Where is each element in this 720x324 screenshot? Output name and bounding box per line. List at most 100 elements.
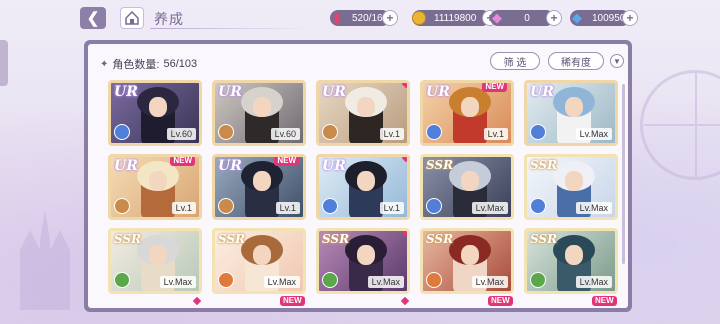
character-count: ✦ 角色数量: 56/103 [100,56,197,72]
sort-order-button[interactable]: ▼ [610,54,624,68]
new-badge: NEW [592,296,617,306]
attribute-icon [218,198,234,214]
rarity-badge: UR [322,84,346,100]
rarity-badge: UR [530,84,554,100]
character-face [149,245,167,265]
new-badge: NEW [280,296,305,306]
character-card[interactable]: SSR Lv.Max [420,154,514,220]
attribute-icon [322,198,338,214]
attribute-icon [426,198,442,214]
level-label: Lv.60 [166,128,196,140]
rarity-badge: SSR [114,232,142,246]
blue-diamond-value: 100950 [592,12,626,24]
character-card[interactable]: SSR Lv.Max [524,154,618,220]
blue-diamond-counter: ◆ 100950 + [570,10,638,26]
character-face [565,171,583,191]
rarity-badge: SSR [426,232,454,246]
ticket-add-button[interactable]: + [382,10,398,26]
rarity-badge: SSR [426,158,454,172]
level-label: Lv.Max [575,202,612,214]
character-card[interactable]: UR Lv.1 [316,154,410,220]
character-card[interactable]: SSR Lv.Max [420,228,514,294]
character-card[interactable]: UR Lv.1 NEW [212,154,306,220]
level-label: Lv.1 [483,128,508,140]
rarity-badge: SSR [218,232,246,246]
rarity-badge: UR [218,158,242,174]
level-label: Lv.Max [471,276,508,288]
chevron-down-icon: ▼ [613,56,621,66]
character-card[interactable]: SSR Lv.Max [316,228,410,294]
rarity-badge: SSR [530,232,558,246]
pink-diamond-counter: ◆ 0 + [490,10,562,26]
attribute-icon [114,124,130,140]
level-label: Lv.Max [575,276,612,288]
character-face [149,171,167,191]
filter-button[interactable]: 筛 选 [490,52,540,70]
character-grid: UR Lv.60 UR Lv.60 UR Lv.1 UR Lv.1 NEW UR Lv.Max UR L… [108,80,618,294]
home-button[interactable] [120,7,144,29]
character-face [461,171,479,191]
attribute-icon [426,124,442,140]
character-face [253,97,271,117]
pink-diamond-add-button[interactable]: + [546,10,562,26]
character-card[interactable]: SSR Lv.Max [108,228,202,294]
back-arrow-icon: ❮ [86,10,100,27]
new-badge: NEW [274,157,299,166]
level-label: Lv.Max [159,276,196,288]
level-label: Lv.Max [367,276,404,288]
attribute-icon [322,124,338,140]
level-label: Lv.Max [575,128,612,140]
level-label: Lv.60 [270,128,300,140]
attribute-icon [218,124,234,140]
character-face [461,97,479,117]
character-card[interactable]: UR Lv.1 NEW [108,154,202,220]
attribute-icon [426,272,442,288]
new-badge: NEW [170,157,195,166]
character-face [149,97,167,117]
rarity-badge: SSR [530,158,558,172]
castle-silhouette-decoration [20,210,70,310]
notification-dot [192,296,202,306]
coin-value: 11119800 [434,12,477,24]
character-face [253,171,271,191]
attribute-icon [530,272,546,288]
rarity-sort-button[interactable]: 稀有度 [548,52,604,70]
level-label: Lv.1 [171,202,196,214]
pink-diamond-icon: ◆ [492,10,502,25]
rarity-badge: UR [218,84,242,100]
rarity-badge: SSR [322,232,350,246]
character-card[interactable]: UR Lv.1 [316,80,410,146]
character-face [357,171,375,191]
character-card[interactable]: UR Lv.60 [212,80,306,146]
character-card[interactable]: UR Lv.Max [524,80,618,146]
level-label: Lv.1 [275,202,300,214]
character-card[interactable]: SSR Lv.Max [212,228,306,294]
blue-diamond-add-button[interactable]: + [622,10,638,26]
ferris-wheel-decoration [640,70,720,180]
pink-diamond-value: 0 [524,12,530,24]
scrollbar[interactable] [622,84,625,264]
new-badge: NEW [488,296,513,306]
new-badge: NEW [482,83,507,92]
rarity-badge: UR [426,84,450,100]
back-button[interactable]: ❮ [80,7,106,29]
character-face [565,97,583,117]
attribute-icon [114,272,130,288]
character-face [461,245,479,265]
side-drawer-tab[interactable] [0,40,8,86]
character-card[interactable]: SSR Lv.Max [524,228,618,294]
notification-dot [400,296,410,306]
character-face [565,245,583,265]
character-card[interactable]: UR Lv.60 [108,80,202,146]
character-card[interactable]: UR Lv.1 NEW [420,80,514,146]
blue-diamond-icon: ◆ [572,10,582,25]
attribute-icon [322,272,338,288]
ticket-icon: ▮ [333,10,341,25]
attribute-icon [114,198,130,214]
attribute-icon [530,198,546,214]
level-label: Lv.Max [471,202,508,214]
next-row-peek: NEW NEW NEW [108,296,617,308]
coin-icon [408,7,430,29]
sparkle-icon: ✦ [100,58,109,70]
character-face [253,245,271,265]
